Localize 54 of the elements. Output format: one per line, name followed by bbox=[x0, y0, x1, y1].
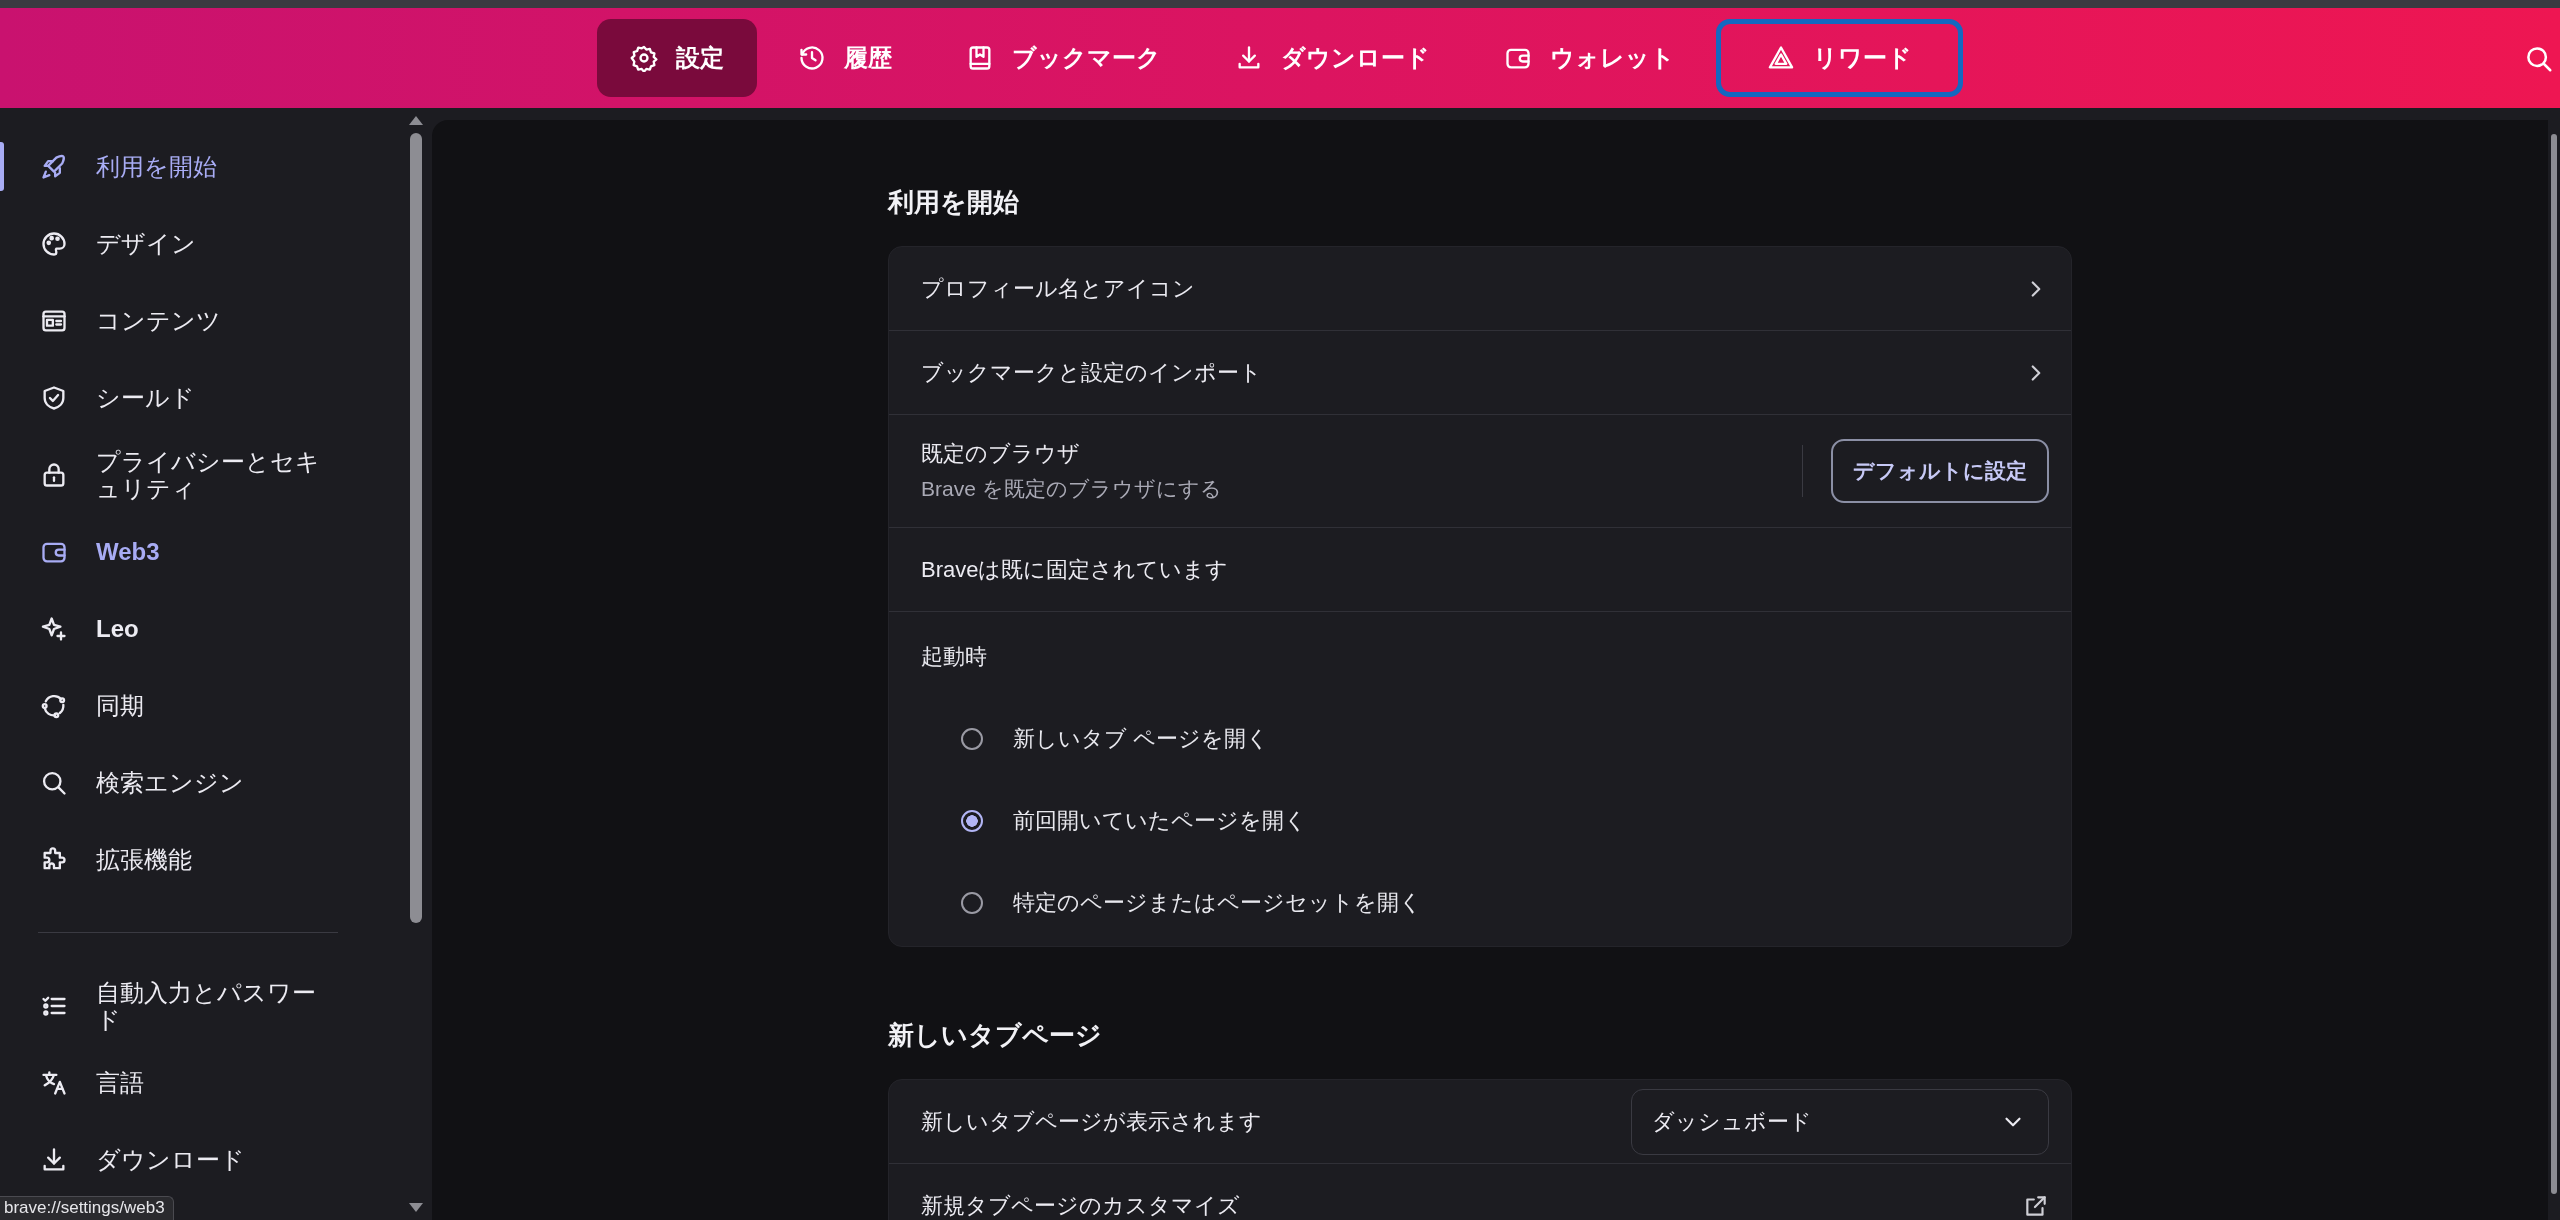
settings-row[interactable]: プロフィール名とアイコン bbox=[889, 247, 2071, 331]
section-title: 新しいタブページ bbox=[888, 1019, 1103, 1052]
sidebar-item[interactable]: デザイン bbox=[0, 205, 404, 282]
sidebar-item[interactable]: 検索エンジン bbox=[0, 744, 404, 821]
row-description: Brave を既定のブラウザにする bbox=[921, 476, 1223, 502]
translate-icon bbox=[40, 1068, 68, 1097]
settings-row[interactable]: ブックマークと設定のインポート bbox=[889, 331, 2071, 415]
dropdown[interactable]: ダッシュボード bbox=[1631, 1088, 2049, 1155]
option-label: 前回開いていたページを開く bbox=[1013, 807, 1307, 835]
sidebar-item[interactable]: シールド bbox=[0, 359, 404, 436]
option-label: 特定のページまたはページセットを開く bbox=[1013, 889, 1422, 917]
sparkle-icon bbox=[40, 614, 68, 643]
status-url: brave://settings/web3 bbox=[0, 1196, 174, 1220]
radio-button[interactable] bbox=[961, 810, 983, 832]
sidebar-item[interactable]: 同期 bbox=[0, 667, 404, 744]
nav-tab[interactable]: リワード bbox=[1716, 19, 1963, 97]
sidebar-item[interactable]: Leo bbox=[0, 590, 404, 667]
option-label: 新しいタブ ページを開く bbox=[1013, 725, 1270, 753]
sidebar-item[interactable]: 言語 bbox=[0, 1044, 404, 1121]
rocket-icon bbox=[40, 152, 68, 181]
row-label: 新しいタブページが表示されます bbox=[921, 1107, 1263, 1136]
radio-option[interactable]: 前回開いていたページを開く bbox=[921, 780, 2071, 862]
nav-tab[interactable]: 履歴 bbox=[765, 19, 925, 97]
palette-icon bbox=[40, 229, 68, 258]
row-label: プロフィール名とアイコン bbox=[921, 274, 1196, 303]
row-label: 既定のブラウザ bbox=[921, 440, 1081, 468]
nav-tab[interactable]: ブックマーク bbox=[933, 19, 1194, 97]
triangle-icon bbox=[1767, 44, 1795, 72]
row-label: 新規タブページのカスタマイズ bbox=[921, 1192, 1241, 1220]
nav-tab[interactable]: ダウンロード bbox=[1202, 19, 1463, 97]
section-title: 利用を開始 bbox=[888, 186, 1020, 219]
sidebar-item[interactable]: ダウンロード bbox=[0, 1121, 404, 1198]
nav-tab[interactable]: 設定 bbox=[597, 19, 757, 97]
gear-icon bbox=[630, 44, 658, 72]
group-label: 起動時 bbox=[921, 643, 988, 671]
radio-option[interactable]: 新しいタブ ページを開く bbox=[921, 698, 2071, 780]
sidebar-item[interactable]: コンテンツ bbox=[0, 282, 404, 359]
sidebar-item[interactable]: 拡張機能 bbox=[0, 821, 404, 898]
row-label: Braveは既に固定されています bbox=[921, 555, 1230, 584]
radio-button[interactable] bbox=[961, 728, 983, 750]
search-button[interactable] bbox=[2524, 44, 2554, 74]
settings-row[interactable]: 新規タブページのカスタマイズ bbox=[889, 1164, 2071, 1220]
row-label: ブックマークと設定のインポート bbox=[921, 358, 1263, 387]
sidebar-item[interactable]: プライバシーとセキュリティ bbox=[0, 436, 404, 513]
search-icon bbox=[2524, 44, 2554, 74]
sidebar-item[interactable]: 自動入力とパスワード bbox=[0, 967, 404, 1044]
radio-option[interactable]: 特定のページまたはページセットを開く bbox=[921, 862, 2071, 944]
nav-tab[interactable]: ウォレット bbox=[1471, 19, 1708, 97]
clock-icon bbox=[798, 44, 826, 72]
set-default-button[interactable]: デフォルトに設定 bbox=[1831, 439, 2049, 503]
sidebar-item[interactable]: Web3 bbox=[0, 513, 404, 590]
radio-button[interactable] bbox=[961, 892, 983, 914]
sidebar-item[interactable]: 利用を開始 bbox=[0, 128, 404, 205]
external-link-icon bbox=[2023, 1193, 2049, 1219]
